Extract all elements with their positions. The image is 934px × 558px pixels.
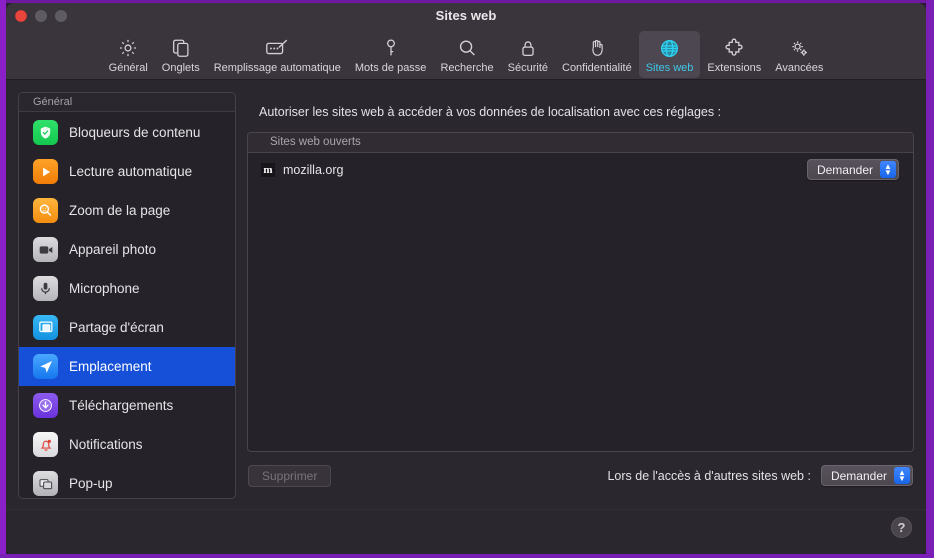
- site-permission-value: Demander: [816, 162, 873, 177]
- window-titlebar: Sites web: [6, 3, 926, 30]
- toolbar-label: Remplissage automatique: [213, 62, 341, 74]
- toolbar-label: Confidentialité: [562, 62, 632, 74]
- sidebar-item-label: Microphone: [69, 281, 140, 296]
- lock-icon: [517, 35, 539, 61]
- sidebar-list: Bloqueurs de contenu Lecture automatique: [19, 112, 235, 498]
- other-sites-permission-dropdown[interactable]: Demander ▲ ▼: [820, 465, 913, 486]
- other-sites-label: Lors de l'accès à d'autres sites web :: [607, 468, 811, 483]
- sidebar-item-label: Téléchargements: [69, 398, 174, 413]
- toolbar-tab-sites-web[interactable]: Sites web: [638, 31, 701, 78]
- tabs-icon: [170, 35, 192, 61]
- sidebar-section-header: Général: [19, 93, 235, 112]
- sidebar-item-telechargements[interactable]: Téléchargements: [19, 386, 235, 425]
- location-arrow-icon: [33, 354, 58, 379]
- preferences-toolbar: Général Onglets Remplissage automatique …: [6, 30, 926, 80]
- desktop-frame-bottom: [0, 554, 934, 558]
- sidebar-item-partage-decran[interactable]: Partage d'écran: [19, 308, 235, 347]
- shield-check-icon: [33, 120, 58, 145]
- toolbar-label: Recherche: [440, 62, 494, 74]
- desktop-frame-right: [926, 0, 934, 558]
- favicon-mozilla-icon: m: [261, 162, 275, 177]
- sidebar-item-label: Notifications: [69, 437, 143, 452]
- other-sites-permission-value: Demander: [830, 468, 887, 483]
- site-name: mozilla.org: [283, 162, 344, 177]
- globe-icon: [658, 35, 681, 61]
- sidebar-item-microphone[interactable]: Microphone: [19, 269, 235, 308]
- puzzle-icon: [723, 35, 746, 61]
- sidebar-item-pop-up[interactable]: Pop-up: [19, 464, 235, 498]
- sidebar-item-label: Bloqueurs de contenu: [69, 125, 201, 140]
- toolbar-tab-mots-de-passe[interactable]: Mots de passe: [348, 31, 434, 78]
- magnifier-icon: [33, 198, 58, 223]
- site-permission-dropdown[interactable]: Demander ▲ ▼: [806, 159, 899, 180]
- detail-footer: Supprimer Lors de l'accès à d'autres sit…: [247, 452, 914, 499]
- chevron-up-down-icon: ▲ ▼: [880, 161, 896, 178]
- play-icon: [33, 159, 58, 184]
- toolbar-tab-avancees[interactable]: Avancées: [768, 31, 830, 78]
- sidebar-item-emplacement[interactable]: Emplacement: [19, 347, 235, 386]
- sidebar-item-label: Appareil photo: [69, 242, 157, 257]
- toolbar-tab-remplissage-automatique[interactable]: Remplissage automatique: [207, 31, 348, 78]
- popup-windows-icon: [33, 471, 58, 496]
- sidebar-item-bloqueurs-de-contenu[interactable]: Bloqueurs de contenu: [19, 113, 235, 152]
- websites-category-sidebar[interactable]: Général Bloqueurs de contenu Lecture aut…: [18, 92, 236, 499]
- microphone-icon: [33, 276, 58, 301]
- sidebar-item-label: Lecture automatique: [69, 164, 193, 179]
- toolbar-label: Sécurité: [507, 62, 548, 74]
- window-bottom-bar: ?: [6, 509, 926, 554]
- hand-icon: [586, 35, 608, 61]
- toolbar-label: Extensions: [707, 62, 762, 74]
- search-icon: [456, 35, 478, 61]
- screen: Sites web Général Onglets Remplissage au…: [0, 0, 934, 558]
- sidebar-item-label: Emplacement: [69, 359, 152, 374]
- gears-icon: [788, 35, 811, 61]
- toolbar-tab-general[interactable]: Général: [102, 31, 155, 78]
- toolbar-label: Général: [108, 62, 148, 74]
- sidebar-item-notifications[interactable]: Notifications: [19, 425, 235, 464]
- download-icon: [33, 393, 58, 418]
- camera-icon: [33, 237, 58, 262]
- toolbar-tab-confidentialite[interactable]: Confidentialité: [555, 31, 639, 78]
- remove-button[interactable]: Supprimer: [248, 464, 332, 487]
- sites-table-column-header: Sites web ouverts: [248, 133, 913, 153]
- key-icon: [380, 35, 402, 61]
- sidebar-item-label: Zoom de la page: [69, 203, 171, 218]
- permission-description: Autoriser les sites web à accéder à vos …: [259, 105, 722, 119]
- gear-icon: [117, 35, 139, 61]
- toolbar-tab-extensions[interactable]: Extensions: [700, 31, 768, 78]
- preferences-window: Sites web Général Onglets Remplissage au…: [6, 3, 926, 554]
- preferences-content: Général Bloqueurs de contenu Lecture aut…: [6, 80, 926, 509]
- sidebar-item-lecture-automatique[interactable]: Lecture automatique: [19, 152, 235, 191]
- sidebar-item-appareil-photo[interactable]: Appareil photo: [19, 230, 235, 269]
- help-button[interactable]: ?: [891, 517, 912, 538]
- sidebar-item-label: Partage d'écran: [69, 320, 164, 335]
- window-title: Sites web: [435, 8, 497, 23]
- toolbar-tab-onglets[interactable]: Onglets: [155, 31, 207, 78]
- toolbar-label: Mots de passe: [354, 62, 427, 74]
- websites-detail-pane: Autoriser les sites web à accéder à vos …: [247, 92, 914, 499]
- screen-share-icon: [33, 315, 58, 340]
- toolbar-tab-securite[interactable]: Sécurité: [501, 31, 555, 78]
- toolbar-label: Avancées: [775, 62, 824, 74]
- sidebar-item-zoom-de-la-page[interactable]: Zoom de la page: [19, 191, 235, 230]
- sidebar-item-label: Pop-up: [69, 476, 113, 491]
- toolbar-tab-recherche[interactable]: Recherche: [433, 31, 500, 78]
- autofill-icon: [264, 35, 290, 61]
- sites-table: Sites web ouverts m mozilla.org Demander…: [247, 132, 914, 452]
- table-row[interactable]: m mozilla.org Demander ▲ ▼: [248, 153, 913, 186]
- chevron-up-down-icon: ▲ ▼: [894, 467, 910, 484]
- bell-icon: [33, 432, 58, 457]
- toolbar-label: Onglets: [161, 62, 200, 74]
- toolbar-label: Sites web: [645, 62, 694, 74]
